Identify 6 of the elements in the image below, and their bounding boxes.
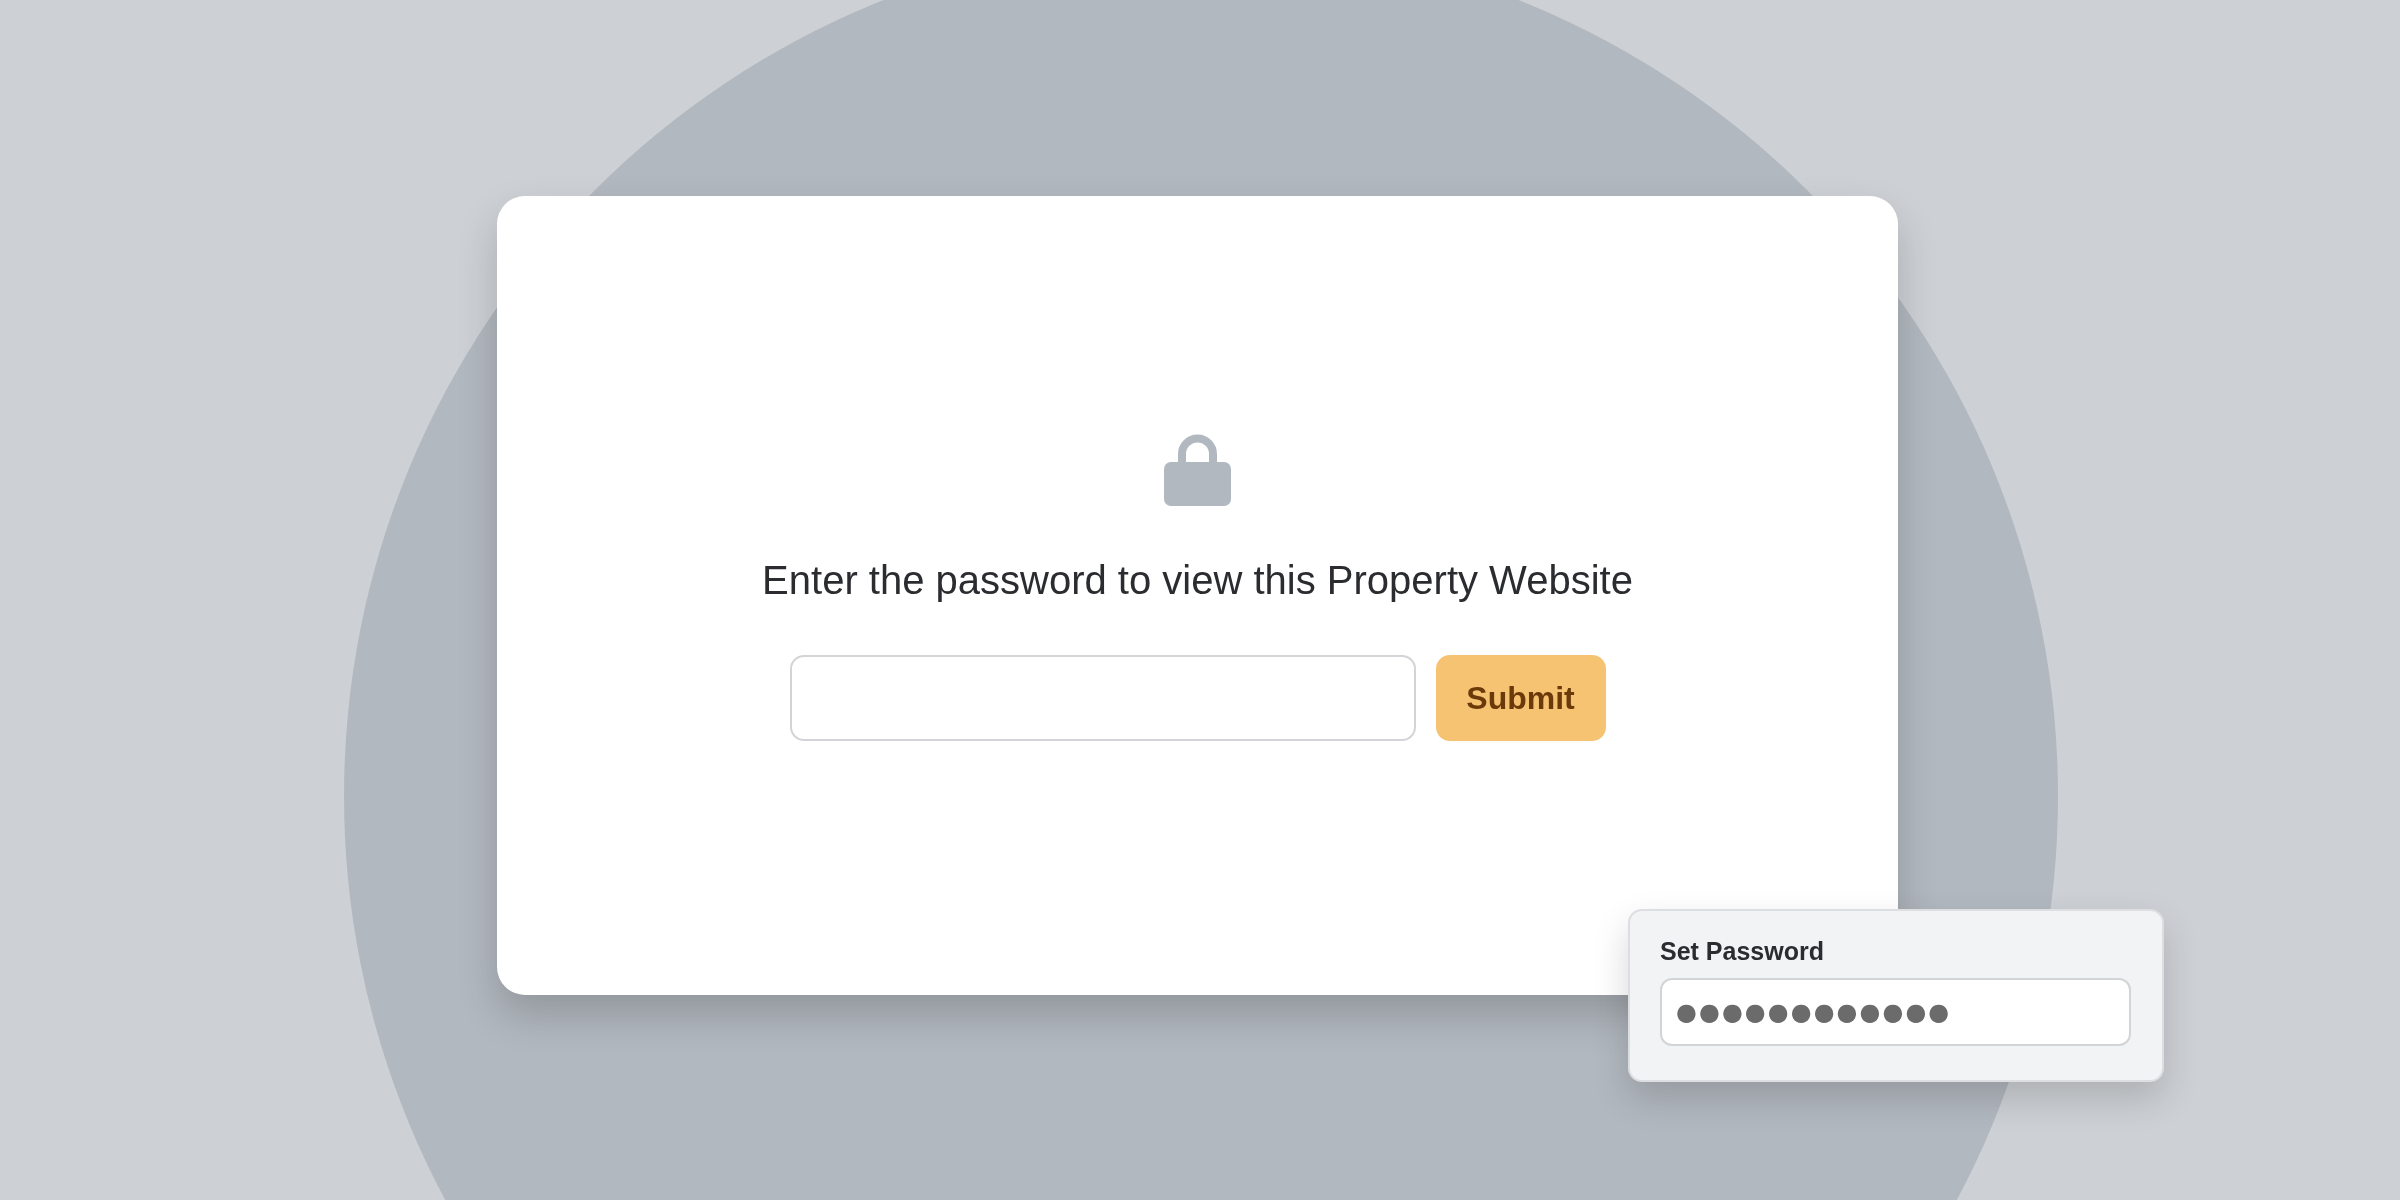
set-password-field[interactable]: ●●●●●●●●●●●● xyxy=(1660,978,2131,1046)
submit-button[interactable]: Submit xyxy=(1435,655,1606,741)
heading: Enter the password to view this Property Website xyxy=(762,558,1633,603)
field-label: Set Password xyxy=(1660,937,1825,966)
password-field[interactable] xyxy=(789,655,1416,741)
lock-icon xyxy=(1164,432,1231,506)
